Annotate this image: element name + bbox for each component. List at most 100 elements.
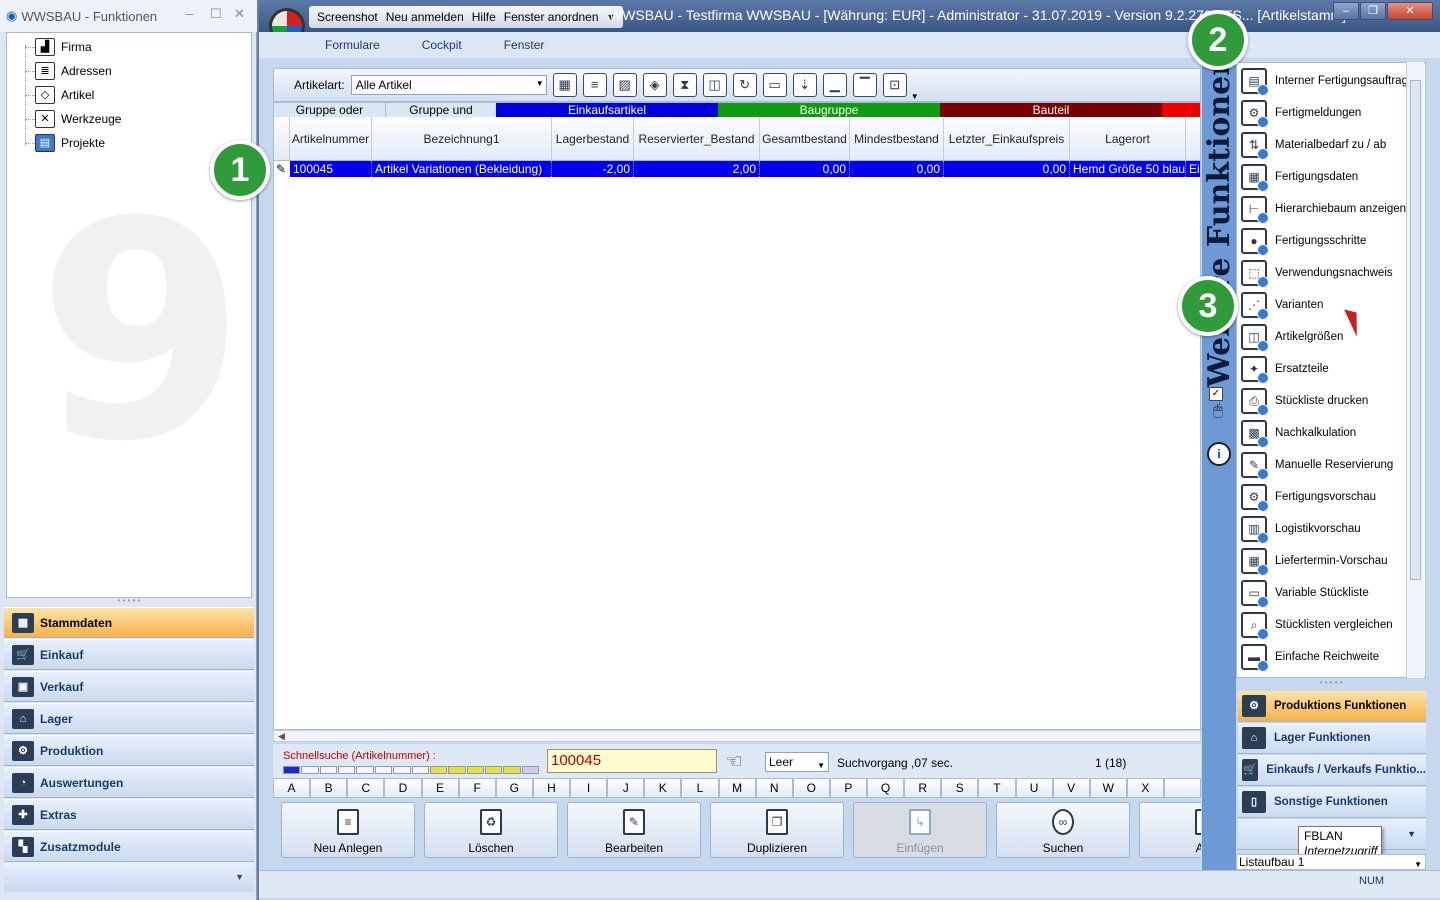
function-item[interactable]: ⌕ Stücklisten vergleichen [1241, 609, 1393, 641]
col-lagerort[interactable]: Lagerort [1070, 117, 1186, 160]
letter-j[interactable]: J [607, 778, 645, 798]
function-item[interactable]: ▦ Fertigungsdaten [1241, 161, 1358, 193]
letter-g[interactable]: G [495, 778, 533, 798]
col-gesamtbestand[interactable]: Gesamtbestand [760, 117, 850, 160]
box-open-icon[interactable]: ◫ [702, 73, 727, 97]
letter-s[interactable]: S [941, 778, 979, 798]
function-item[interactable]: ✎ Manuelle Reservierung [1241, 449, 1393, 481]
neu-anlegen-button[interactable]: ≡ Neu Anlegen [281, 802, 415, 858]
cell-mindestbestand[interactable]: 0,00 [850, 161, 944, 177]
scrollbar-thumb[interactable] [1410, 80, 1421, 580]
letter-o[interactable]: O [792, 778, 830, 798]
nav-stammdaten[interactable]: ▦ Stammdaten [4, 607, 254, 638]
letter-u[interactable]: U [1015, 778, 1053, 798]
toolbar-overflow-icon[interactable]: ▼ [911, 92, 919, 101]
function-list-scrollbar[interactable] [1406, 62, 1424, 678]
artikelart-select[interactable]: Alle Artikel ▼ [350, 75, 547, 95]
function-item[interactable]: ▥ Logistikvorschau [1241, 513, 1361, 545]
function-item[interactable]: ▬ Einfache Reichweite [1241, 641, 1379, 673]
letter-w[interactable]: W [1089, 778, 1127, 798]
cell-artikelnummer[interactable]: 100045 [290, 161, 372, 177]
function-item[interactable]: ⇅ Materialbedarf zu / ab [1241, 129, 1386, 161]
group-gruppe-oder[interactable]: Gruppe oder [274, 103, 386, 117]
letter-q[interactable]: Q [867, 778, 905, 798]
tree-item-werkzeuge[interactable]: ✕ Werkzeuge [35, 109, 121, 129]
col-reservierter-bestand[interactable]: Reservierter_Bestand [634, 117, 760, 160]
display-icon[interactable]: ▭ [762, 73, 787, 97]
col-letzter-einkaufspreis[interactable]: Letzter_Einkaufspreis [944, 117, 1070, 160]
letter-l[interactable]: L [681, 778, 719, 798]
tree-item-firma[interactable]: ▟ Firma [35, 37, 92, 57]
category-einkaufs-verkaufs-funktionen[interactable]: 🛒 Einkaufs / Verkaufs Funktio... [1238, 755, 1426, 786]
quick-search-input[interactable]: 100045 [547, 749, 717, 773]
letter-more[interactable] [1164, 778, 1202, 798]
function-item[interactable]: ⋰ Varianten [1241, 289, 1323, 321]
horizontal-scrollbar[interactable]: ◀ [273, 730, 1201, 742]
group-other[interactable] [1162, 103, 1200, 117]
letter-k[interactable]: K [644, 778, 682, 798]
splitter-handle[interactable]: • • • • • [6, 597, 252, 606]
letter-a[interactable]: A [273, 778, 311, 798]
info-icon[interactable]: i [1207, 442, 1231, 466]
function-item[interactable]: ● Fertigungsschritte [1241, 225, 1366, 257]
cell-gesamtbestand[interactable]: 0,00 [760, 161, 850, 177]
letter-b[interactable]: B [310, 778, 348, 798]
function-item[interactable]: ▩ Nachkalkulation [1241, 417, 1356, 449]
category-produktions-funktionen[interactable]: ⚙ Produktions Funktionen [1238, 691, 1426, 722]
group-einkaufsartikel[interactable]: Einkaufsartikel [496, 103, 718, 117]
letter-c[interactable]: C [347, 778, 385, 798]
hourglass-icon[interactable]: ⧗ [672, 73, 697, 97]
cell-lagerbestand[interactable]: -2,00 [552, 161, 634, 177]
category-lager-funktionen[interactable]: ⌂ Lager Funktionen [1238, 723, 1426, 754]
arrange-windows-button[interactable]: Fenster anordnen [504, 10, 599, 24]
image-icon[interactable]: ▨ [612, 73, 637, 97]
col-bezeichnung1[interactable]: Bezeichnung1 [372, 117, 552, 160]
suchen-button[interactable]: ∞ Suchen [996, 802, 1130, 858]
table-row[interactable]: ✎ 100045 Artikel Variationen (Bekleidung… [274, 161, 1200, 177]
cell-letzter-einkaufspreis[interactable]: 0,00 [944, 161, 1070, 177]
category-sonstige-funktionen[interactable]: ▯ Sonstige Funktionen [1238, 787, 1426, 818]
function-item[interactable]: ◫ Artikelgrößen [1241, 321, 1343, 353]
close-button[interactable]: ✕ [234, 6, 245, 22]
col-mindestbestand[interactable]: Mindestbestand [850, 117, 944, 160]
function-item[interactable]: ▭ Variable Stückliste [1241, 577, 1369, 609]
sort-icon[interactable]: ⇣ [792, 73, 817, 97]
maximize-button[interactable]: ☐ [210, 6, 222, 22]
nav-zusatzmodule[interactable]: ▚ Zusatzmodule [4, 831, 254, 862]
loeschen-button[interactable]: ♻ Löschen [424, 802, 558, 858]
nav-lager[interactable]: ⌂ Lager [4, 703, 254, 734]
letter-r[interactable]: R [904, 778, 942, 798]
nav-einkauf[interactable]: 🛒 Einkauf [4, 639, 254, 670]
letter-f[interactable]: F [458, 778, 496, 798]
menu-formulare[interactable]: Formulare [325, 38, 380, 52]
letter-i[interactable]: I [570, 778, 608, 798]
letter-x[interactable]: X [1126, 778, 1164, 798]
letter-m[interactable]: M [718, 778, 756, 798]
bearbeiten-button[interactable]: ✎ Bearbeiten [567, 802, 701, 858]
menu-fenster[interactable]: Fenster [504, 38, 545, 52]
menu-cockpit[interactable]: Cockpit [422, 38, 462, 52]
tree-item-artikel[interactable]: ◇ Artikel [35, 85, 94, 105]
cell-bezeichnung1[interactable]: Artikel Variationen (Bekleidung) [372, 161, 552, 177]
tree-item-adressen[interactable]: ≣ Adressen [35, 61, 112, 81]
function-item[interactable]: ⎙ Stückliste drucken [1241, 385, 1368, 417]
nav-produktion[interactable]: ⚙ Produktion [4, 735, 254, 766]
letter-p[interactable]: P [829, 778, 867, 798]
function-item[interactable]: ⚙ Fertigmeldungen [1241, 97, 1361, 129]
layout-top-icon[interactable]: ▔ [852, 73, 877, 97]
layout-bottom-icon[interactable]: ▁ [822, 73, 847, 97]
nav-extras[interactable]: ✚ Extras [4, 799, 254, 830]
duplizieren-button[interactable]: ❐ Duplizieren [710, 802, 844, 858]
mouse-icon[interactable]: 🖱 [1207, 402, 1229, 426]
letter-e[interactable]: E [421, 778, 459, 798]
tree-item-projekte[interactable]: ▤ Projekte [35, 133, 105, 153]
cube-icon[interactable]: ◈ [642, 73, 667, 97]
col-artikelnummer[interactable]: Artikelnummer [290, 117, 372, 160]
close-button[interactable]: ✕ [1387, 2, 1433, 20]
cell-lagerort[interactable]: Hemd Größe 50 blau [1070, 161, 1186, 177]
screenshot-button[interactable]: Screenshot [317, 10, 378, 24]
function-item[interactable]: ▤ Interner Fertigungsauftrag [1241, 65, 1408, 97]
letter-d[interactable]: D [384, 778, 422, 798]
minimize-button[interactable]: – [1333, 2, 1359, 20]
function-item[interactable]: ⊢ Hierarchiebaum anzeigen [1241, 193, 1406, 225]
